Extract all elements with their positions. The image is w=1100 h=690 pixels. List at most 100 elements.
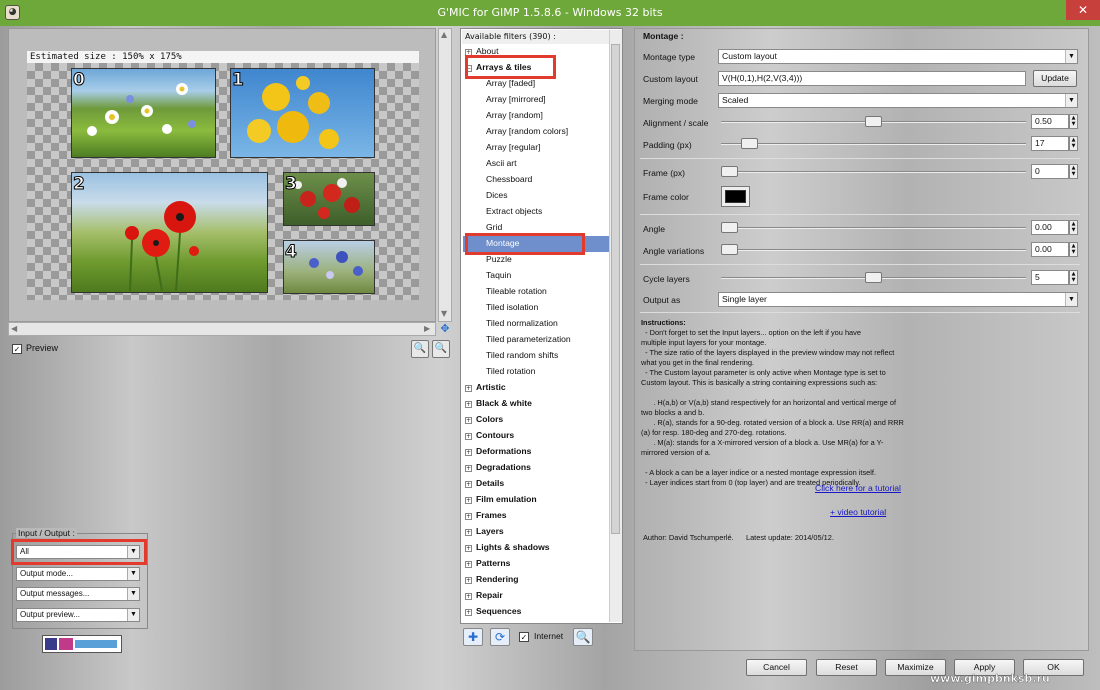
move-icon[interactable]: ✥ [438, 322, 452, 336]
filter-category[interactable]: Rendering [476, 574, 519, 584]
padding-slider[interactable] [721, 143, 1026, 145]
angle-variations-value[interactable]: 0.00 [1031, 242, 1069, 257]
filter-category[interactable]: Repair [476, 590, 503, 600]
filter-item[interactable]: Extract objects [486, 206, 542, 216]
frame-spinner[interactable]: ▲ ▼ [1069, 164, 1078, 179]
filter-category[interactable]: Details [476, 478, 504, 488]
scroll-down-icon[interactable]: ▼ [441, 309, 447, 318]
filter-category[interactable]: Sequences [476, 606, 521, 616]
angle-variations-slider[interactable] [721, 249, 1026, 251]
angle-spinner[interactable]: ▲ ▼ [1069, 220, 1078, 235]
frame-slider[interactable] [721, 171, 1026, 173]
frame-slider-handle[interactable] [721, 166, 738, 177]
expand-icon[interactable]: + [465, 593, 472, 600]
custom-layout-input[interactable]: V(H(0,1),H(2,V(3,4))) [718, 71, 1026, 86]
filter-category[interactable]: Contours [476, 430, 514, 440]
tutorial-link[interactable]: Click here for a tutorial [815, 483, 901, 493]
zoom-out-button[interactable]: 🔍 [411, 340, 429, 358]
refresh-filters-button[interactable]: ⟳ [490, 628, 510, 646]
expand-icon[interactable]: + [465, 609, 472, 616]
update-button[interactable]: Update [1033, 70, 1077, 87]
scroll-up-icon[interactable]: ▲ [441, 30, 447, 39]
filter-item[interactable]: Puzzle [486, 254, 512, 264]
filter-item[interactable]: Dices [486, 190, 508, 200]
filter-item[interactable]: Tiled isolation [486, 302, 538, 312]
expand-icon[interactable]: + [465, 385, 472, 392]
padding-spinner[interactable]: ▲ ▼ [1069, 136, 1078, 151]
cancel-button[interactable]: Cancel [746, 659, 807, 676]
zoom-in-button[interactable]: 🔍 [432, 340, 450, 358]
filter-item[interactable]: Array [random colors] [486, 126, 568, 136]
expand-icon[interactable]: + [465, 433, 472, 440]
alignment-slider-handle[interactable] [865, 116, 882, 127]
expand-icon[interactable]: + [465, 417, 472, 424]
filter-item[interactable]: Tileable rotation [486, 286, 547, 296]
filter-item[interactable]: Tiled rotation [486, 366, 535, 376]
filter-category[interactable]: Lights & shadows [476, 542, 550, 552]
preview-vertical-scrollbar[interactable]: ▲ ▼ [438, 28, 452, 322]
expand-icon[interactable]: + [465, 545, 472, 552]
filter-item[interactable]: Array [random] [486, 110, 543, 120]
filter-category[interactable]: Black & white [476, 398, 532, 408]
angle-slider-handle[interactable] [721, 222, 738, 233]
expand-icon[interactable]: + [465, 497, 472, 504]
output-mode-select[interactable]: Output mode... ▼ [16, 567, 140, 581]
video-tutorial-link[interactable]: + video tutorial [830, 507, 886, 517]
frame-color-swatch-button[interactable] [721, 186, 750, 207]
filter-category[interactable]: Degradations [476, 462, 531, 472]
reset-button[interactable]: Reset [816, 659, 877, 676]
merging-mode-select[interactable]: Scaled ▼ [718, 93, 1078, 108]
expand-icon[interactable]: + [465, 481, 472, 488]
filter-zoom-button[interactable]: 🔍 [573, 628, 593, 646]
filter-item[interactable]: Array [regular] [486, 142, 540, 152]
angle-variations-slider-handle[interactable] [721, 244, 738, 255]
filter-item[interactable]: Taquin [486, 270, 511, 280]
expand-icon[interactable]: + [465, 529, 472, 536]
internet-checkbox[interactable]: ✓ [519, 632, 529, 642]
expand-icon[interactable]: + [465, 513, 472, 520]
filter-category[interactable]: Layers [476, 526, 504, 536]
filter-category[interactable]: Deformations [476, 446, 531, 456]
output-messages-select[interactable]: Output messages... ▼ [16, 587, 140, 601]
scroll-left-icon[interactable]: ◀ [11, 324, 17, 333]
filter-item[interactable]: Array [mirrored] [486, 94, 546, 104]
montage-type-select[interactable]: Custom layout ▼ [718, 49, 1078, 64]
filter-item[interactable]: Grid [486, 222, 502, 232]
cycle-layers-slider-handle[interactable] [865, 272, 882, 283]
filter-category[interactable]: Frames [476, 510, 507, 520]
scroll-right-icon[interactable]: ▶ [424, 324, 430, 333]
alignment-spinner[interactable]: ▲ ▼ [1069, 114, 1078, 129]
filter-item[interactable]: Tiled normalization [486, 318, 558, 328]
filter-category[interactable]: Colors [476, 414, 503, 424]
output-preview-select[interactable]: Output preview... ▼ [16, 608, 140, 622]
filter-item[interactable]: Ascii art [486, 158, 517, 168]
expand-icon[interactable]: + [465, 561, 472, 568]
expand-icon[interactable]: + [465, 449, 472, 456]
filter-category[interactable]: Patterns [476, 558, 510, 568]
padding-value[interactable]: 17 [1031, 136, 1069, 151]
angle-slider[interactable] [721, 227, 1026, 229]
preview-horizontal-scrollbar[interactable]: ◀ ▶ [8, 322, 436, 336]
expand-icon[interactable]: + [465, 465, 472, 472]
close-button[interactable]: ✕ [1066, 0, 1100, 20]
angle-value[interactable]: 0.00 [1031, 220, 1069, 235]
cycle-layers-value[interactable]: 5 [1031, 270, 1069, 285]
filter-category[interactable]: Film emulation [476, 494, 537, 504]
add-filter-button[interactable]: ✚ [463, 628, 483, 646]
expand-icon[interactable]: + [465, 577, 472, 584]
angle-variations-spinner[interactable]: ▲ ▼ [1069, 242, 1078, 257]
filter-category[interactable]: Artistic [476, 382, 506, 392]
filter-item[interactable]: Tiled parameterization [486, 334, 571, 344]
author-text: Author: David Tschumperlé. Latest update… [643, 533, 834, 542]
padding-slider-handle[interactable] [741, 138, 759, 149]
alignment-value[interactable]: 0.50 [1031, 114, 1069, 129]
preview-checkbox[interactable]: ✓ [12, 344, 22, 354]
frame-value[interactable]: 0 [1031, 164, 1069, 179]
cycle-layers-spinner[interactable]: ▲ ▼ [1069, 270, 1078, 285]
filter-item[interactable]: Chessboard [486, 174, 532, 184]
filter-tree-scroll-thumb[interactable] [611, 44, 620, 534]
filter-item[interactable]: Tiled random shifts [486, 350, 558, 360]
output-as-select[interactable]: Single layer ▼ [718, 292, 1078, 307]
expand-icon[interactable]: + [465, 401, 472, 408]
filter-item[interactable]: Array [faded] [486, 78, 535, 88]
